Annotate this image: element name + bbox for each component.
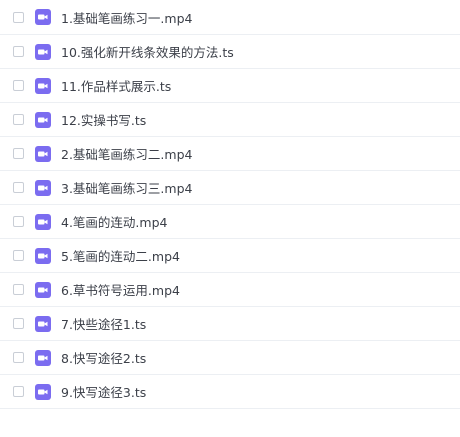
video-file-icon bbox=[35, 213, 51, 230]
video-file-icon bbox=[35, 145, 51, 162]
row-checkbox[interactable] bbox=[13, 11, 24, 23]
row-checkbox[interactable] bbox=[13, 80, 24, 91]
file-name[interactable]: 4.笔画的连动.mp4 bbox=[61, 212, 167, 231]
row-checkbox[interactable] bbox=[13, 284, 24, 295]
row-checkbox[interactable] bbox=[13, 386, 24, 397]
row-checkbox[interactable] bbox=[13, 182, 24, 193]
file-row[interactable]: 6.草书符号运用.mp4 bbox=[0, 273, 460, 307]
video-file-icon bbox=[35, 77, 51, 94]
row-checkbox[interactable] bbox=[13, 148, 24, 159]
file-name[interactable]: 3.基础笔画练习三.mp4 bbox=[61, 178, 192, 197]
file-row[interactable]: 5.笔画的连动二.mp4 bbox=[0, 239, 460, 273]
file-name[interactable]: 10.强化新开线条效果的方法.ts bbox=[61, 42, 234, 61]
file-name[interactable]: 11.作品样式展示.ts bbox=[61, 76, 171, 95]
file-list: 1.基础笔画练习一.mp4 10.强化新开线条效果的方法.ts 11.作品样式展… bbox=[0, 0, 460, 437]
file-row[interactable]: 2.基础笔画练习二.mp4 bbox=[0, 137, 460, 171]
video-file-icon bbox=[35, 315, 51, 332]
file-name[interactable]: 9.快写途径3.ts bbox=[61, 382, 146, 401]
file-name[interactable]: 12.实操书写.ts bbox=[61, 110, 146, 129]
row-checkbox[interactable] bbox=[13, 216, 24, 227]
file-name[interactable]: 5.笔画的连动二.mp4 bbox=[61, 246, 180, 265]
file-name[interactable]: 6.草书符号运用.mp4 bbox=[61, 280, 180, 299]
row-checkbox[interactable] bbox=[13, 352, 24, 363]
file-row[interactable]: 1.基础笔画练习一.mp4 bbox=[0, 0, 460, 35]
video-file-icon bbox=[35, 349, 51, 366]
row-checkbox[interactable] bbox=[13, 250, 24, 261]
video-file-icon bbox=[35, 281, 51, 298]
file-row[interactable]: 12.实操书写.ts bbox=[0, 103, 460, 137]
file-row[interactable]: 3.基础笔画练习三.mp4 bbox=[0, 171, 460, 205]
file-row[interactable]: 4.笔画的连动.mp4 bbox=[0, 205, 460, 239]
file-name[interactable]: 1.基础笔画练习一.mp4 bbox=[61, 8, 192, 27]
video-file-icon bbox=[35, 43, 51, 60]
video-file-icon bbox=[35, 179, 51, 196]
row-checkbox[interactable] bbox=[13, 46, 24, 57]
row-checkbox[interactable] bbox=[13, 318, 24, 329]
file-name[interactable]: 8.快写途径2.ts bbox=[61, 348, 146, 367]
file-name[interactable]: 7.快些途径1.ts bbox=[61, 314, 146, 333]
video-file-icon bbox=[35, 9, 51, 25]
file-name[interactable]: 2.基础笔画练习二.mp4 bbox=[61, 144, 192, 163]
video-file-icon bbox=[35, 383, 51, 400]
file-row[interactable]: 8.快写途径2.ts bbox=[0, 341, 460, 375]
file-row[interactable]: 7.快些途径1.ts bbox=[0, 307, 460, 341]
file-row[interactable]: 9.快写途径3.ts bbox=[0, 375, 460, 409]
row-checkbox[interactable] bbox=[13, 114, 24, 125]
file-row[interactable]: 10.强化新开线条效果的方法.ts bbox=[0, 35, 460, 69]
video-file-icon bbox=[35, 111, 51, 128]
file-row[interactable]: 11.作品样式展示.ts bbox=[0, 69, 460, 103]
video-file-icon bbox=[35, 247, 51, 264]
